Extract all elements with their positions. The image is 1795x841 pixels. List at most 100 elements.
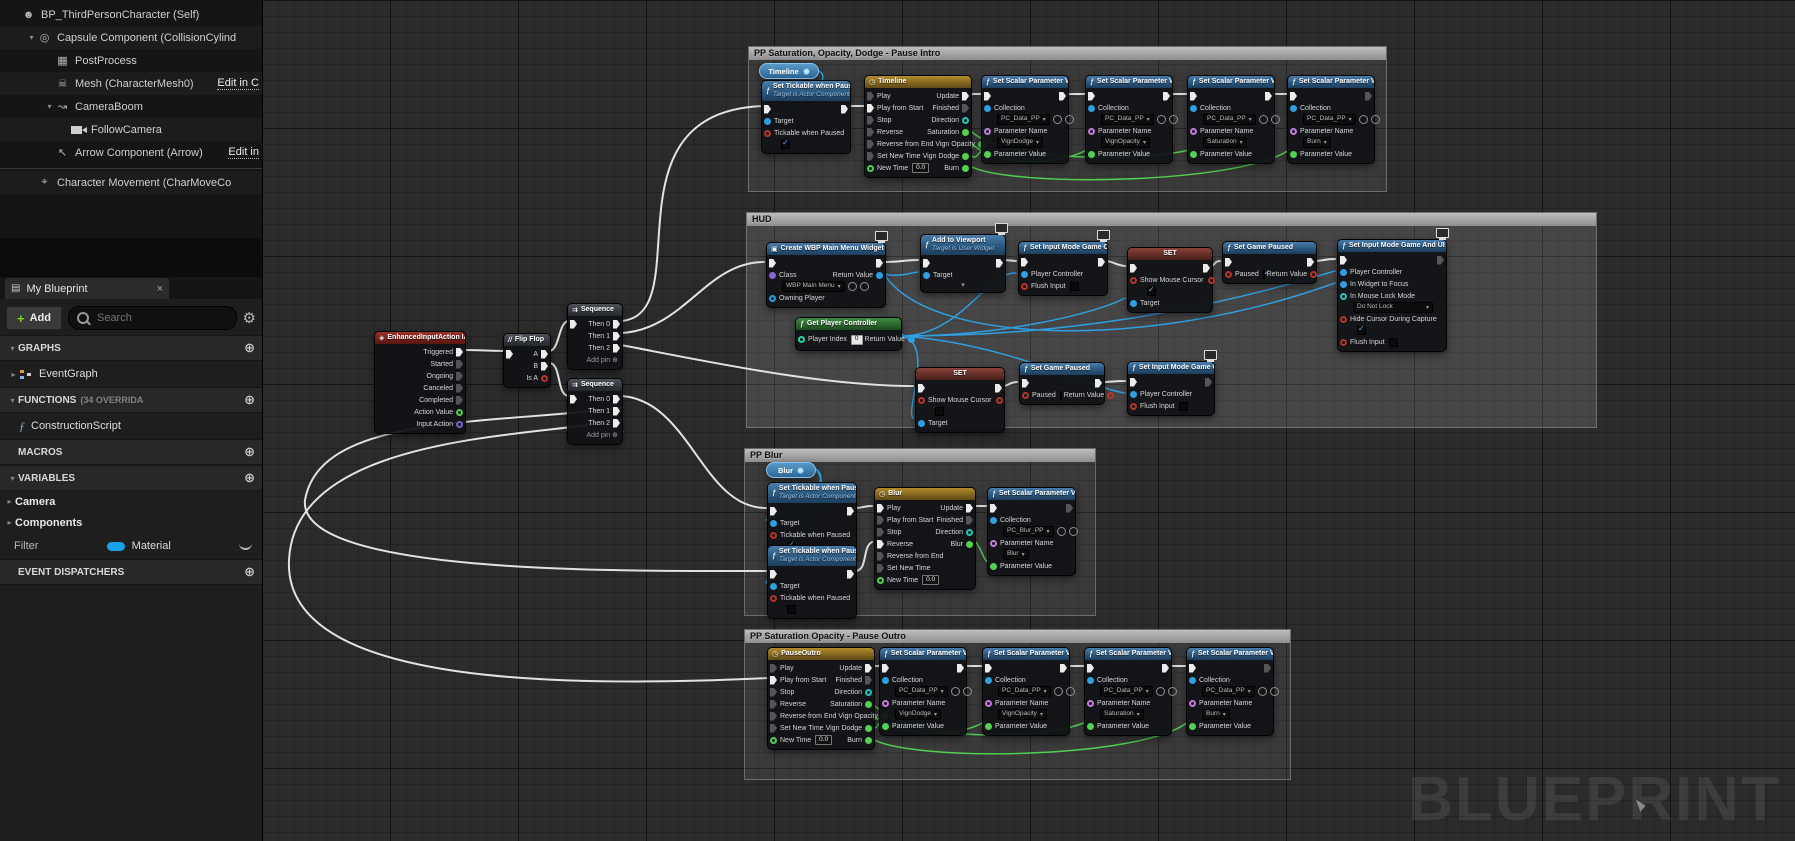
use-selected-asset-icon[interactable] [1056,527,1066,536]
pin-exec-out[interactable] [1066,503,1073,513]
set-input-mode-game-only-node-1[interactable]: ƒSet Input Mode Game Only Player Controll… [1018,230,1110,296]
node-header[interactable]: ƒSet Input Mode Game Only [1128,362,1214,374]
node-header[interactable]: ƒSet Scalar Parameter Value [880,648,966,660]
node-header[interactable]: ƒSet Scalar Parameter Value [1086,76,1172,88]
node-header[interactable]: ▣ Create WBP Main Menu Widget [767,243,885,255]
pin-enum-out[interactable] [865,688,872,696]
browse-asset-icon[interactable] [1167,687,1177,696]
pin-bool-out[interactable] [541,374,548,382]
pin-exec-in[interactable] [770,506,777,516]
browse-asset-icon[interactable] [1065,687,1075,696]
section-macros[interactable]: MACROS ⊕ [0,439,262,465]
pin-exec-in[interactable] [877,563,884,573]
dropdown[interactable]: PC_Data_PP ▾ [1303,114,1356,125]
pin-bool-out[interactable] [1310,270,1318,278]
set-input-mode-game-and-ui-node[interactable]: ƒ Set Input Mode Game And UI Player Contro… [1337,228,1449,352]
node-header[interactable]: ƒSet Tickable when PausedTarget is Actor… [762,81,850,101]
pin-bool-out[interactable] [1208,276,1216,284]
pin-bool-in[interactable] [770,594,777,602]
node-header[interactable]: SET [1128,248,1212,260]
use-selected-asset-icon[interactable] [1358,115,1368,124]
dropdown[interactable]: Burn ▾ [1202,709,1230,720]
pin-exec-out[interactable] [962,103,969,113]
output-pin[interactable] [802,67,810,75]
pin-exec-in[interactable] [867,91,874,101]
node-header[interactable]: ƒSet Scalar Parameter Value [988,488,1075,500]
pin-exec-out[interactable] [1098,257,1105,267]
pin-enum-in[interactable] [1340,292,1347,300]
pin-obj-in[interactable] [770,582,777,590]
checkbox[interactable] [787,605,796,614]
pin-exec-in[interactable] [877,527,884,537]
pin-int-in[interactable] [798,336,805,343]
set-scalar-parameter-value-intro-4[interactable]: ƒSet Scalar Parameter Value Collection PC_… [1287,75,1380,164]
add-circle-icon[interactable]: ⊕ [244,470,255,486]
section-graphs[interactable]: ▾ GRAPHS ⊕ [0,335,262,361]
pin-exec-out[interactable] [1437,255,1444,265]
node-header[interactable]: ƒSet Scalar Parameter Value [982,76,1068,88]
set-scalar-parameter-value-outro-1[interactable]: ƒSet Scalar Parameter Value Collection PC_… [879,647,972,736]
output-pin[interactable] [797,466,804,474]
dropdown[interactable]: PC_Data_PP ▾ [1100,686,1153,697]
pin-exec-out[interactable] [613,331,620,341]
eye-closed-icon[interactable] [238,542,252,550]
pin-exec-in[interactable] [918,383,925,393]
search-input[interactable] [94,311,228,325]
pin-exec-in[interactable] [770,723,777,733]
pin-exec-out[interactable] [541,361,548,371]
pin-exec-in[interactable] [770,663,777,673]
node-header[interactable]: ƒSet Input Mode Game Only [1019,242,1107,254]
dropdown[interactable]: Blur ▾ [1003,549,1029,560]
pin-exec-out[interactable] [1307,257,1314,267]
pin-obj-in[interactable] [990,516,997,524]
node-header[interactable]: ⇉ Sequence [568,379,622,391]
pin-exec-out[interactable] [1203,263,1210,273]
component-tree-item[interactable]: ▦ PostProcess [0,49,262,72]
pin-exec-in[interactable] [1087,663,1094,673]
dropdown[interactable]: VignOpacity ▾ [1101,137,1150,148]
pin-float-in[interactable] [1087,722,1094,730]
add-to-viewport-node[interactable]: ƒ Add to Viewport Target is User Widget Tar… [920,223,1008,293]
pin-exec-out[interactable] [456,347,463,357]
pin-bool-out[interactable] [996,396,1004,404]
pin-exec-in[interactable] [770,675,777,685]
dropdown[interactable]: PC_Data_PP ▾ [895,686,948,697]
pin-exec-out[interactable] [962,91,969,101]
pin-exec-in[interactable] [1088,91,1095,101]
dropdown[interactable]: PC_Data_PP ▾ [1101,114,1154,125]
pin-exec-in[interactable] [867,127,874,137]
expander-icon[interactable]: ▾ [7,474,18,483]
create-wbp-main-menu-widget-node[interactable]: ▣ Create WBP Main Menu Widget Class Return … [766,231,888,308]
pin-name-in[interactable] [882,699,889,707]
component-tree-item[interactable]: ☠ Mesh (CharacterMesh0) Edit in C [0,72,262,95]
use-selected-asset-icon[interactable] [1257,687,1267,696]
pin-exec-in[interactable] [764,104,771,114]
pin-obj-in[interactable] [1130,299,1137,307]
browse-asset-icon[interactable] [962,687,972,696]
browse-asset-icon[interactable] [1064,115,1074,124]
pin-bool-in[interactable] [1130,402,1137,410]
pin-float-in[interactable] [770,736,777,744]
pin-obj-in[interactable] [984,104,991,112]
pin-exec-out[interactable] [995,383,1002,393]
pin-exec-out[interactable] [841,104,848,114]
set-game-paused-node-2[interactable]: ƒ Set Game Paused Paused Return Value [1019,362,1115,405]
pin-exec-out[interactable] [541,349,548,359]
node-header[interactable]: ƒSet Scalar Parameter Value [1288,76,1374,88]
browse-asset-icon[interactable] [1068,527,1078,536]
browse-asset-icon[interactable] [1370,115,1380,124]
value-input[interactable]: 0 [850,334,863,345]
pin-enum-out[interactable] [962,116,969,124]
pin-exec-out[interactable] [613,343,620,353]
checkbox[interactable] [935,407,944,416]
pin-exec-in[interactable] [769,258,776,268]
pin-float-in[interactable] [877,576,884,584]
node-header[interactable]: SET [916,368,1004,380]
node-header[interactable]: ƒSet Scalar Parameter Value [1188,76,1274,88]
pin-name-in[interactable] [1290,127,1297,135]
pin-exec-out[interactable] [847,569,854,579]
pin-obj-in[interactable] [1340,268,1347,276]
section-variables[interactable]: ▾ VARIABLES ⊕ [0,465,262,491]
dropdown[interactable]: WBP Main Menu ▾ [782,281,845,292]
node-header[interactable]: ƒSet Scalar Parameter Value [1187,648,1273,660]
